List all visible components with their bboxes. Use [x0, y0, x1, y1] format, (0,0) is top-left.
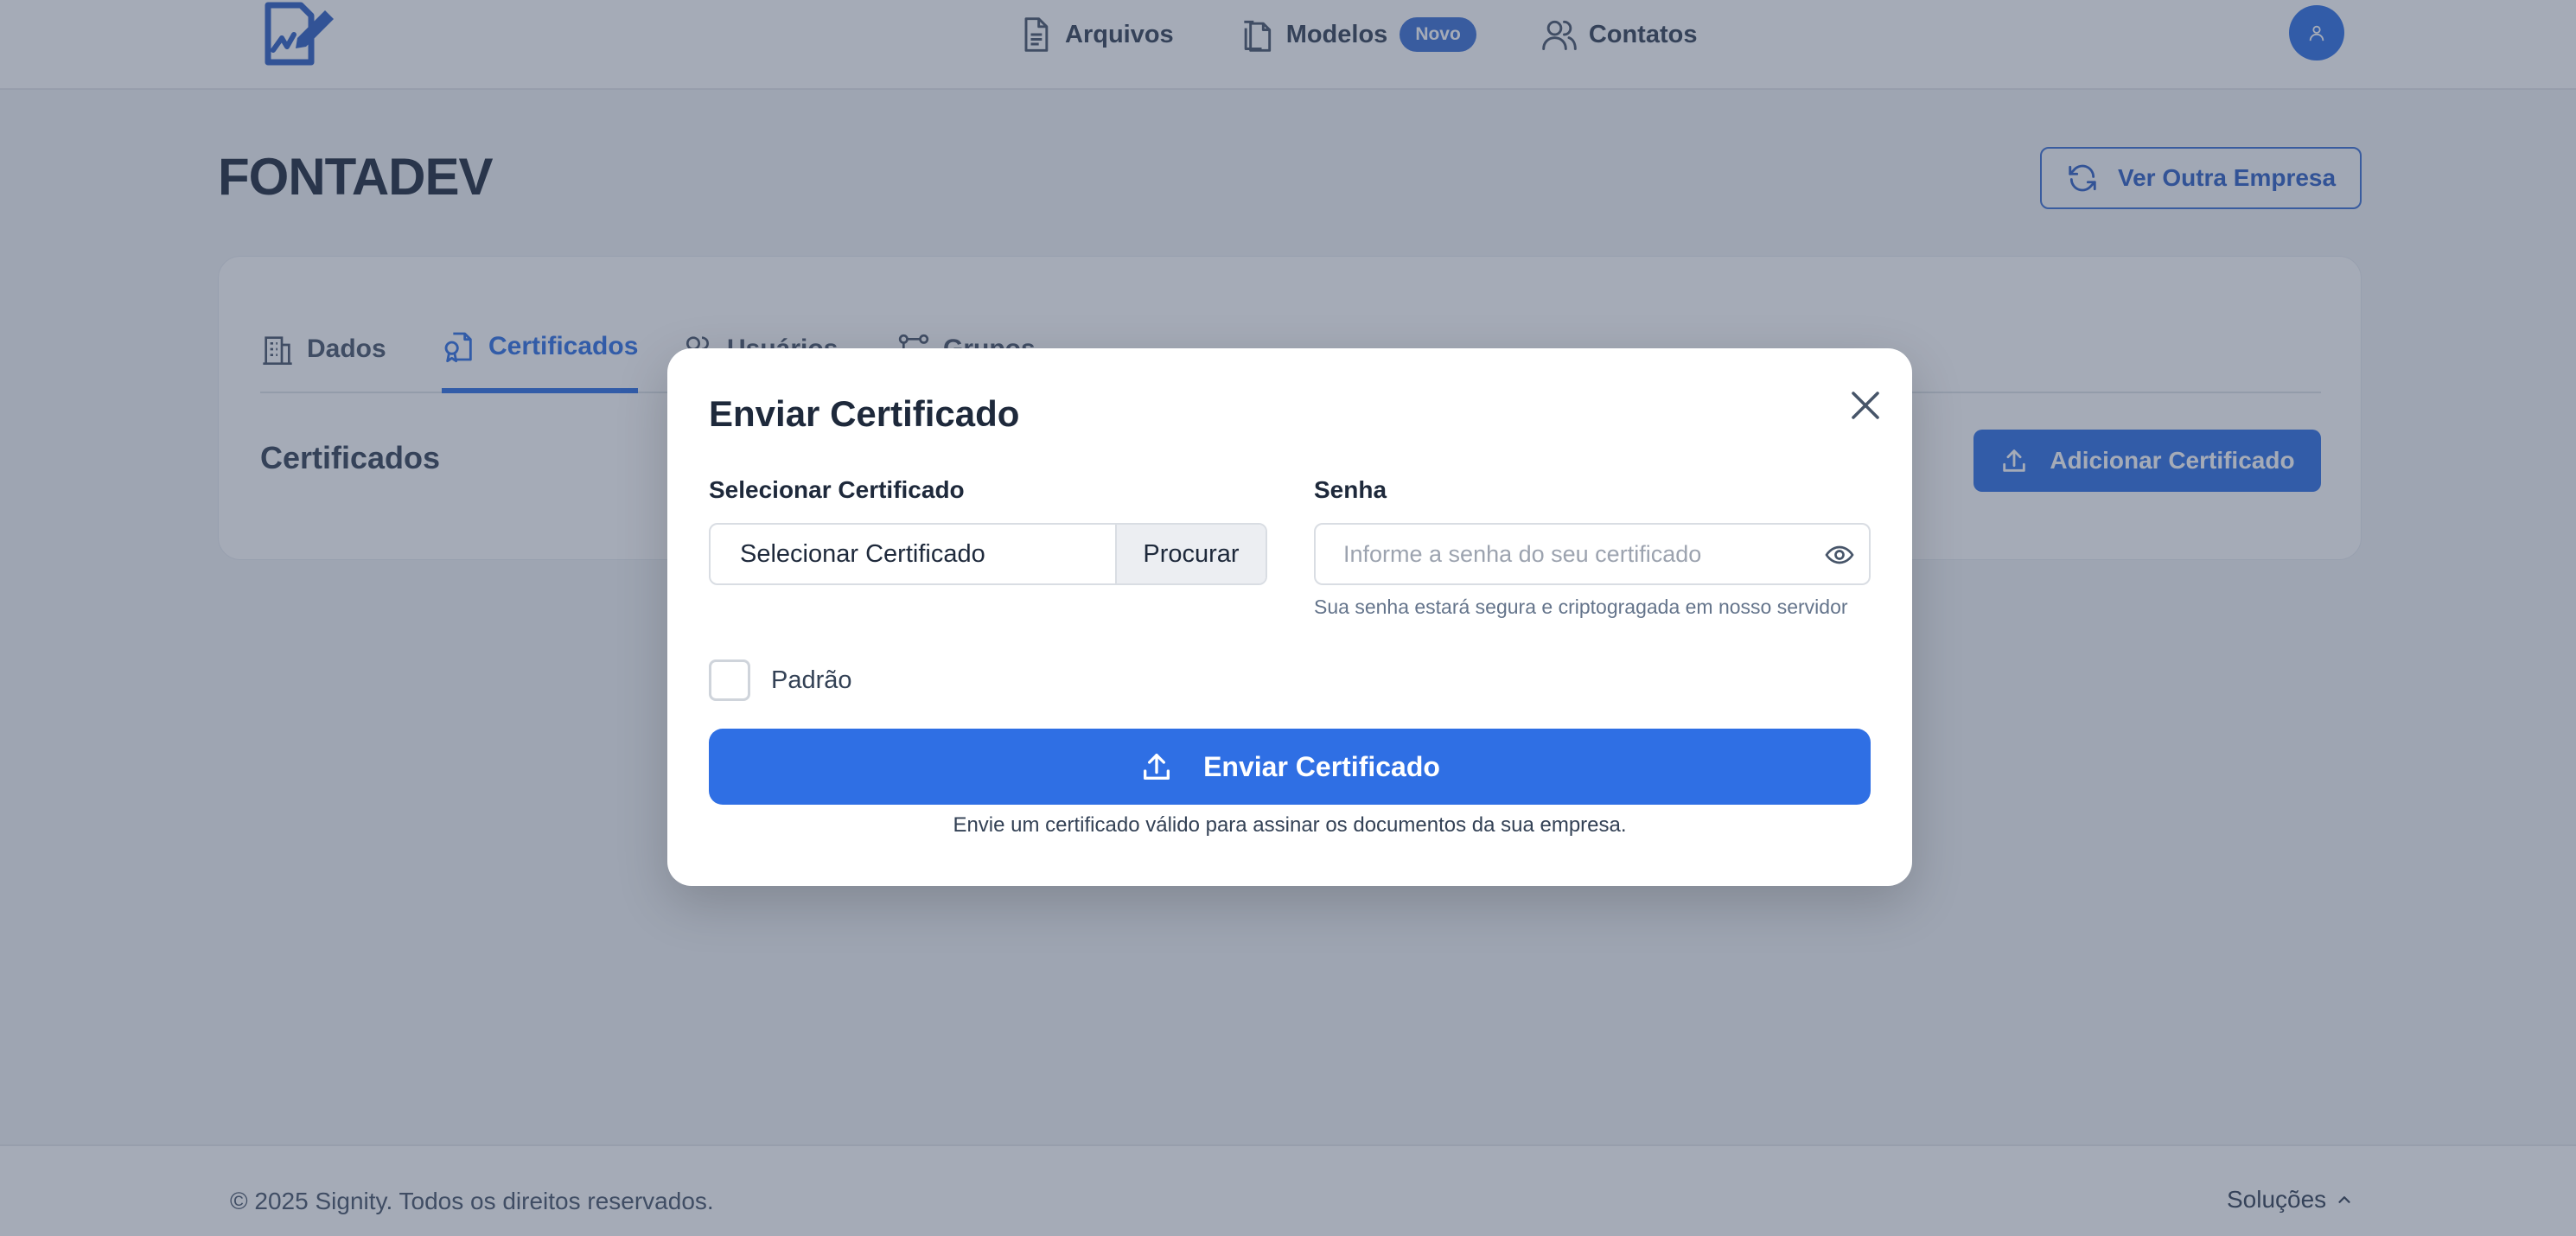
upload-icon [1144, 754, 1170, 780]
file-input-value[interactable]: Selecionar Certificado [711, 525, 1115, 583]
browse-button[interactable]: Procurar [1115, 525, 1266, 583]
password-field-wrapper [1314, 523, 1871, 585]
close-button[interactable] [1845, 385, 1886, 426]
send-certificate-modal: Enviar Certificado Selecionar Certificad… [667, 348, 1912, 886]
password-input[interactable] [1316, 525, 1800, 583]
send-certificate-button[interactable]: Enviar Certificado [709, 729, 1871, 805]
default-checkbox[interactable] [709, 659, 750, 701]
default-checkbox-label: Padrão [771, 666, 852, 694]
eye-icon[interactable] [1824, 539, 1855, 570]
certificate-file-input: Selecionar Certificado Procurar [709, 523, 1267, 585]
close-icon [1852, 392, 1879, 419]
modal-title: Enviar Certificado [709, 393, 1020, 434]
modal-note: Envie um certificado válido para assinar… [953, 813, 1627, 837]
password-field-label: Senha [1314, 476, 1387, 503]
password-hint: Sua senha estará segura e criptogragada … [1314, 596, 1848, 618]
send-certificate-label: Enviar Certificado [1203, 750, 1440, 782]
certificate-field-label: Selecionar Certificado [709, 476, 965, 503]
